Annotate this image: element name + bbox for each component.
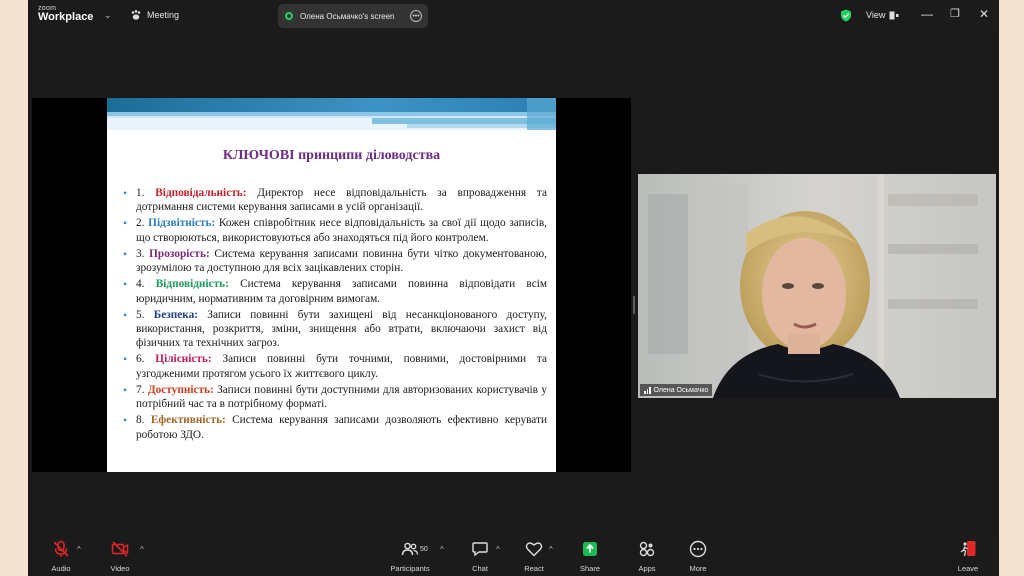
video-button[interactable]: Video xyxy=(98,540,142,573)
principle-number: 1. xyxy=(136,187,145,199)
principle-item: 2. Підзвітність: Кожен співробітник несе… xyxy=(123,216,547,245)
slide-header-band xyxy=(107,98,556,130)
heart-icon xyxy=(525,542,543,557)
principle-item: 6. Цілісність: Записи повинні бути точни… xyxy=(123,352,547,381)
view-layout-icon xyxy=(889,11,899,19)
principle-keyword: Цілісність: xyxy=(155,353,212,366)
paw-icon xyxy=(131,10,141,20)
shared-screen: КЛЮЧОВІ принципи діловодства 1. Відповід… xyxy=(32,98,631,472)
principle-number: 3. xyxy=(136,247,145,260)
chat-icon xyxy=(472,542,488,557)
principle-item: 5. Безпека: Записи повинні бути захищені… xyxy=(123,308,547,351)
participants-options-caret-icon[interactable]: ^ xyxy=(440,545,444,554)
logo-big-text: Workplace xyxy=(38,11,94,23)
chevron-down-icon[interactable]: ⌄ xyxy=(104,10,112,21)
shield-icon[interactable] xyxy=(840,9,852,22)
principle-number: 6. xyxy=(136,353,145,366)
more-label: More xyxy=(689,564,707,573)
principles-list: 1. Відповідальність: Директор несе відпо… xyxy=(123,186,547,444)
leave-label: Leave xyxy=(957,564,979,573)
participant-name-tag: Олена Осьмачко xyxy=(640,384,713,396)
chat-options-caret-icon[interactable]: ^ xyxy=(496,545,500,554)
video-options-caret-icon[interactable]: ^ xyxy=(140,545,144,554)
meeting-toolbar: Audio ^ Video ^ Participants 50 ^ Chat ^… xyxy=(28,536,999,576)
principle-keyword: Відповідальність: xyxy=(155,187,247,199)
principle-keyword: Ефективність: xyxy=(150,414,226,427)
share-label: Share xyxy=(579,564,600,573)
meeting-label: Meeting xyxy=(147,10,180,20)
react-options-caret-icon[interactable]: ^ xyxy=(549,545,553,554)
view-label: View xyxy=(866,10,886,20)
audio-options-caret-icon[interactable]: ^ xyxy=(77,545,81,554)
participants-icon xyxy=(401,542,419,556)
participants-count: 50 xyxy=(420,546,428,553)
panel-resize-handle[interactable] xyxy=(633,296,635,314)
audio-label: Audio xyxy=(51,564,71,573)
video-off-icon xyxy=(111,541,129,557)
screen-share-label: Олена Осьмачко's screen xyxy=(300,11,395,21)
screen-share-pill[interactable]: Олена Осьмачко's screen ••• xyxy=(278,4,428,28)
principle-number: 4. xyxy=(136,278,145,291)
share-screen-icon xyxy=(583,542,597,556)
apps-label: Apps xyxy=(638,564,656,573)
participant-video-feed xyxy=(638,174,996,398)
leave-icon xyxy=(960,541,976,557)
meeting-menu[interactable]: Meeting xyxy=(130,9,179,21)
principle-item: 3. Прозорість: Система керування записам… xyxy=(123,247,547,276)
principle-number: 8. xyxy=(136,414,145,427)
participants-label: Participants xyxy=(390,564,430,573)
chat-label: Chat xyxy=(472,564,488,573)
principle-keyword: Відповідність: xyxy=(155,278,229,291)
principle-number: 5. xyxy=(136,308,145,321)
close-button[interactable]: ✕ xyxy=(979,7,989,21)
principle-number: 7. xyxy=(136,383,145,396)
principle-item: 7. Доступність: Записи повинні бути дост… xyxy=(123,383,547,412)
zoom-workplace-logo[interactable]: zoom Workplace xyxy=(38,5,93,23)
zoom-window: zoom Workplace ⌄ Meeting Олена Осьмачко'… xyxy=(28,0,999,576)
title-bar: zoom Workplace ⌄ Meeting Олена Осьмачко'… xyxy=(28,0,999,32)
participants-button[interactable]: Participants xyxy=(388,540,432,573)
principle-item: 4. Відповідність: Система керування запи… xyxy=(123,277,547,306)
apps-button[interactable]: Apps xyxy=(625,540,669,573)
share-indicator-icon xyxy=(285,12,293,20)
more-button[interactable]: More xyxy=(676,540,720,573)
share-button[interactable]: Share xyxy=(568,540,612,573)
react-label: React xyxy=(524,564,544,573)
principle-keyword: Доступність: xyxy=(147,383,214,396)
muted-microphone-icon xyxy=(53,540,69,557)
slide-title: КЛЮЧОВІ принципи діловодства xyxy=(222,148,441,163)
apps-icon xyxy=(639,541,655,557)
minimize-button[interactable]: — xyxy=(921,7,933,21)
signal-strength-icon xyxy=(644,386,651,394)
principle-item: 1. Відповідальність: Директор несе відпо… xyxy=(123,186,547,215)
participant-name: Олена Осьмачко xyxy=(653,386,709,394)
more-options-icon[interactable]: ••• xyxy=(410,10,422,22)
principle-keyword: Підзвітність: xyxy=(148,217,216,230)
presentation-slide: КЛЮЧОВІ принципи діловодства 1. Відповід… xyxy=(107,98,556,472)
principle-keyword: Прозорість: xyxy=(149,247,210,260)
principle-item: 8. Ефективність: Система керування запис… xyxy=(123,413,547,442)
leave-button[interactable]: Leave xyxy=(946,540,990,573)
principle-keyword: Безпека: xyxy=(153,308,199,321)
view-button[interactable]: View xyxy=(866,10,899,20)
principle-text: Записи повинні бути захищені від несанкц… xyxy=(136,308,548,350)
restore-button[interactable]: ❐ xyxy=(950,7,960,20)
principle-number: 2. xyxy=(136,217,145,230)
participant-video[interactable]: Олена Осьмачко xyxy=(638,174,996,398)
video-label: Video xyxy=(110,564,130,573)
more-icon xyxy=(689,540,707,558)
